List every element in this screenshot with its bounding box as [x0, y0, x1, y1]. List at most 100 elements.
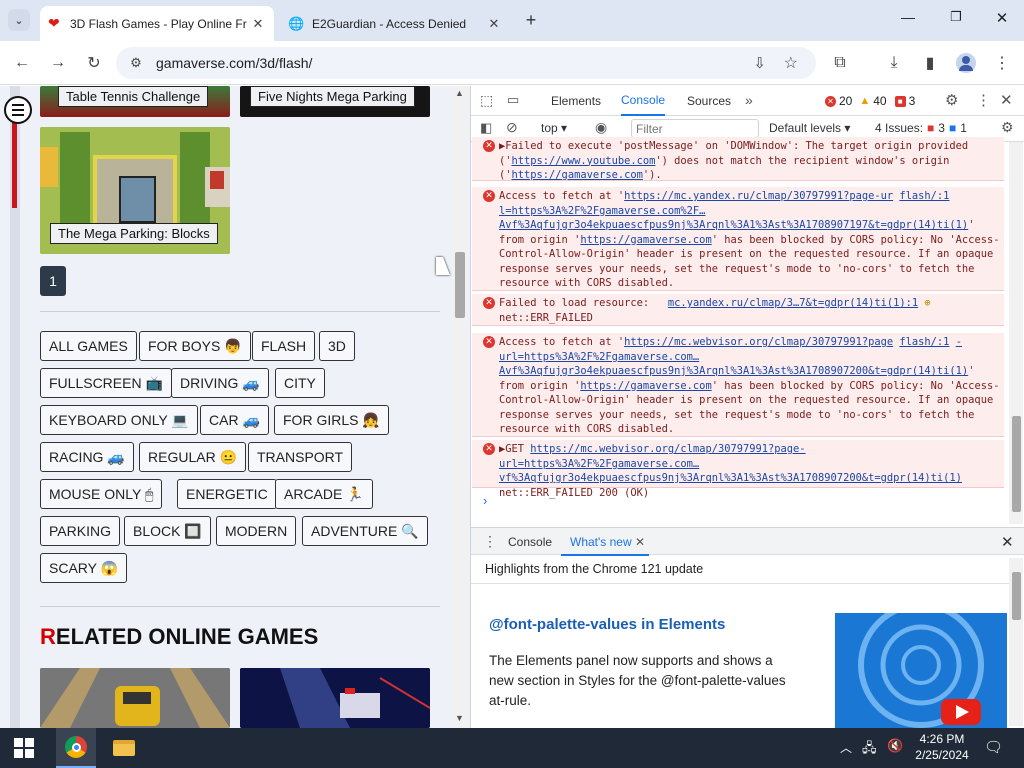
live-expression-eye-icon[interactable]: ◉	[595, 119, 607, 136]
context-selector[interactable]: top ▾	[541, 121, 567, 135]
extensions-puzzle-icon[interactable]: ⧉	[829, 52, 851, 74]
tab-console[interactable]: Console	[621, 86, 666, 116]
drawer-menu-kebab-icon[interactable]: ⋮	[483, 533, 497, 550]
side-panel-icon[interactable]: ▮	[919, 52, 941, 74]
tag-scary[interactable]: SCARY 😱	[40, 553, 128, 583]
close-drawer-icon[interactable]: ✕	[1001, 533, 1014, 551]
scrollbar-thumb[interactable]	[1012, 416, 1021, 512]
console-filter-input[interactable]	[631, 119, 759, 138]
tag-car[interactable]: CAR 🚙	[200, 405, 269, 435]
address-bar[interactable]: ⚙ gamaverse.com/3d/flash/ ⇩ ☆	[116, 47, 816, 79]
close-tab-icon[interactable]: ✕	[486, 16, 502, 32]
show-hidden-icons-chevron-icon[interactable]: ︿	[840, 739, 852, 756]
page-scrollbar[interactable]: ▲ ▼	[452, 86, 468, 728]
message-link[interactable]: https://gamaverse.com	[512, 169, 643, 181]
back-arrow-icon[interactable]: ←	[11, 52, 33, 74]
reload-icon[interactable]: ↻	[83, 52, 105, 74]
site-info-icon[interactable]: ⚙	[116, 55, 156, 71]
close-tab-icon[interactable]: ✕	[250, 16, 266, 32]
source-link[interactable]: flash/:1	[899, 190, 949, 202]
message-link[interactable]: l=https%3A%2F%2Fgamaverse.com%2F…Avf%3Aq…	[499, 205, 968, 232]
tab-sources[interactable]: Sources	[687, 86, 731, 116]
console-message[interactable]: ✕ Access to fetch at 'https://mc.yandex.…	[472, 187, 1004, 291]
tag-mouse-only[interactable]: MOUSE ONLY 🖱	[40, 479, 163, 509]
tag-fullscreen[interactable]: FULLSCREEN 📺	[40, 368, 172, 398]
network-icon[interactable]: 🖧	[862, 739, 877, 761]
new-tab-button[interactable]: +	[520, 9, 542, 31]
message-link[interactable]: https://www.youtube.com	[512, 155, 656, 167]
source-link[interactable]: mc.yandex.ru/clmap/3…7&t=gdpr(14)ti(1):1	[668, 297, 918, 309]
console-message[interactable]: ✕ ▶GET https://mc.webvisor.org/clmap/307…	[472, 440, 1004, 499]
scroll-up-arrow-icon[interactable]: ▲	[455, 88, 464, 98]
tab-3d-flash-games[interactable]: ❤ 3D Flash Games - Play Online Fr ✕	[40, 6, 274, 41]
message-link[interactable]: https://gamaverse.com	[580, 380, 711, 392]
tag-for-boys[interactable]: FOR BOYS 👦	[139, 331, 251, 361]
close-drawer-tab-icon[interactable]: ✕	[635, 535, 645, 549]
sidebar-toggle-icon[interactable]: ◧	[480, 120, 492, 136]
tag-transport[interactable]: TRANSPORT	[248, 442, 353, 472]
message-link[interactable]: https://mc.yandex.ru/clmap/30797991?page…	[624, 190, 893, 202]
tag-for-girls[interactable]: FOR GIRLS 👧	[274, 405, 389, 435]
scrollbar-thumb[interactable]	[1012, 572, 1021, 620]
menu-kebab-icon[interactable]: ⋮	[991, 52, 1013, 74]
console-prompt-chevron-icon[interactable]: ›	[483, 493, 487, 508]
tag-arcade[interactable]: ARCADE 🏃	[275, 479, 373, 509]
drawer-tab-whats-new[interactable]: What's new ✕	[561, 528, 650, 556]
download-icon[interactable]: ⤓	[883, 52, 905, 74]
source-link[interactable]: flash/:1	[899, 336, 949, 348]
install-app-icon[interactable]: ⇩	[753, 54, 766, 72]
related-game-thumb-police[interactable]	[240, 668, 430, 728]
bookmark-star-icon[interactable]: ☆	[784, 53, 798, 73]
error-count-badge[interactable]: ✕ 20 ▲ 40 ■ 3	[825, 94, 915, 108]
drawer-tab-console[interactable]: Console	[508, 535, 552, 549]
console-message[interactable]: ✕ Failed to load resource: mc.yandex.ru/…	[472, 294, 1004, 326]
restore-button[interactable]: ❐	[944, 9, 968, 31]
whats-new-heading[interactable]: @font-palette-values in Elements	[489, 616, 725, 633]
console-message[interactable]: ✕ ▶Failed to execute 'postMessage' on 'D…	[472, 137, 1004, 181]
clear-console-icon[interactable]: ⊘	[506, 119, 518, 136]
scroll-down-arrow-icon[interactable]: ▼	[455, 713, 464, 723]
start-button[interactable]	[14, 738, 34, 758]
issues-summary[interactable]: 4 Issues: ■ 3 ■ 1	[875, 121, 967, 135]
notifications-icon[interactable]: 🗨	[984, 738, 1003, 756]
related-game-thumb-car[interactable]	[40, 668, 230, 728]
tab-search-button[interactable]: ⌄	[8, 9, 30, 31]
profile-avatar-icon[interactable]	[955, 52, 977, 74]
volume-muted-icon[interactable]: 🔇	[887, 738, 903, 754]
game-thumb-table-tennis[interactable]: Table Tennis Challenge	[40, 86, 230, 117]
message-link[interactable]: https://gamaverse.com	[580, 234, 711, 246]
tag-parking[interactable]: PARKING	[40, 516, 120, 546]
tag-racing[interactable]: RACING 🚙	[40, 442, 134, 472]
settings-gear-icon[interactable]: ⚙	[945, 91, 958, 109]
whats-new-video-thumbnail[interactable]	[835, 613, 1007, 728]
tag-driving[interactable]: DRIVING 🚙	[171, 368, 269, 398]
devtools-menu-kebab-icon[interactable]: ⋮	[976, 91, 991, 109]
more-tabs-chevron-icon[interactable]: »	[745, 92, 753, 108]
console-settings-gear-icon[interactable]: ⚙	[1001, 119, 1014, 136]
close-devtools-icon[interactable]: ✕	[1000, 91, 1013, 109]
game-thumb-five-nights[interactable]: Five Nights Mega Parking	[240, 86, 430, 117]
tag-flash[interactable]: FLASH	[252, 331, 316, 361]
tag-all-games[interactable]: ALL GAMES	[40, 331, 137, 361]
inspect-element-icon[interactable]: ⬚	[480, 92, 493, 109]
log-levels-dropdown[interactable]: Default levels ▾	[769, 121, 850, 135]
clock[interactable]: 4:26 PM 2/25/2024	[912, 731, 972, 763]
device-toolbar-icon[interactable]: ▭	[507, 92, 519, 108]
console-message[interactable]: ✕ Access to fetch at 'https://mc.webviso…	[472, 333, 1004, 437]
tag-keyboard-only[interactable]: KEYBOARD ONLY 💻	[40, 405, 198, 435]
tag-city[interactable]: CITY	[275, 368, 325, 398]
message-link[interactable]: https://mc.webvisor.org/clmap/30797991?p…	[499, 443, 962, 484]
tab-e2guardian[interactable]: 🌐 E2Guardian - Access Denied ✕	[280, 6, 510, 41]
game-thumb-mega-parking-blocks[interactable]: The Mega Parking: Blocks	[40, 127, 230, 254]
chrome-taskbar-button[interactable]	[56, 728, 96, 768]
tag-block[interactable]: BLOCK 🔲	[124, 516, 211, 546]
tag-energetic[interactable]: ENERGETIC	[177, 479, 277, 509]
tag-modern[interactable]: MODERN	[216, 516, 297, 546]
console-scrollbar[interactable]	[1009, 142, 1023, 524]
scrollbar-thumb[interactable]	[455, 252, 465, 318]
tab-elements[interactable]: Elements	[551, 86, 601, 116]
pagination-page-1[interactable]: 1	[40, 266, 66, 296]
tag-adventure[interactable]: ADVENTURE 🔍	[302, 516, 428, 546]
file-explorer-taskbar-button[interactable]	[104, 728, 144, 768]
minimize-button[interactable]: —	[896, 9, 920, 31]
